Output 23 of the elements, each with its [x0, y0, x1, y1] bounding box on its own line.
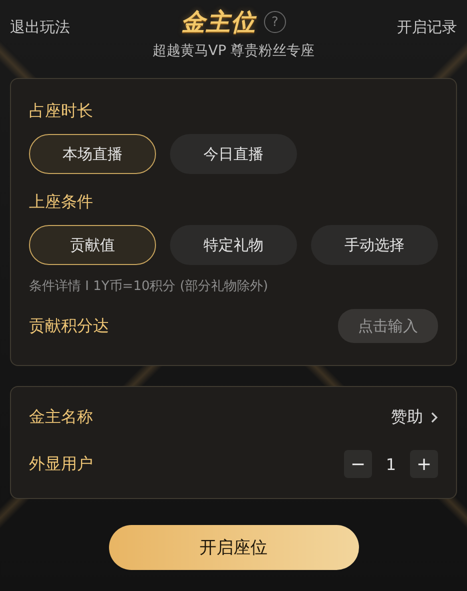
condition-detail: 条件详情 I 1Y币=10积分 (部分礼物除外) [29, 278, 270, 295]
option-pill[interactable]: 贡献值 [29, 225, 156, 265]
threshold-label: 贡献积分达 [29, 316, 109, 336]
section-title: 上座条件 [29, 192, 94, 213]
section-title: 占座时长 [29, 101, 94, 122]
display-users-label: 外显用户 [29, 454, 93, 474]
exit-link[interactable]: 退出玩法 [10, 18, 70, 37]
option-pill[interactable]: 今日直播 [170, 134, 297, 174]
records-link[interactable]: 开启记录 [396, 18, 457, 37]
option-pill[interactable]: 特定礼物 [170, 225, 297, 265]
minus-button[interactable]: − [344, 450, 372, 478]
sponsor-name-label: 金主名称 [29, 407, 93, 428]
count-value: 1 [384, 454, 398, 474]
sponsor-name-link[interactable]: 赞助 [391, 407, 438, 428]
threshold-input[interactable]: 点击输入 [338, 309, 438, 343]
option-pill[interactable]: 本场直播 [29, 134, 156, 174]
option-pill[interactable]: 手动选择 [311, 225, 438, 265]
subtitle: 超越黄马VP 尊贵粉丝专座 [152, 42, 315, 60]
help-icon[interactable]: ? [264, 11, 286, 33]
logo-title: 金主位 [180, 7, 256, 38]
chevron-icon [431, 412, 438, 423]
open-seat-button[interactable]: 开启座位 [108, 525, 358, 570]
plus-button[interactable]: + [410, 450, 438, 478]
